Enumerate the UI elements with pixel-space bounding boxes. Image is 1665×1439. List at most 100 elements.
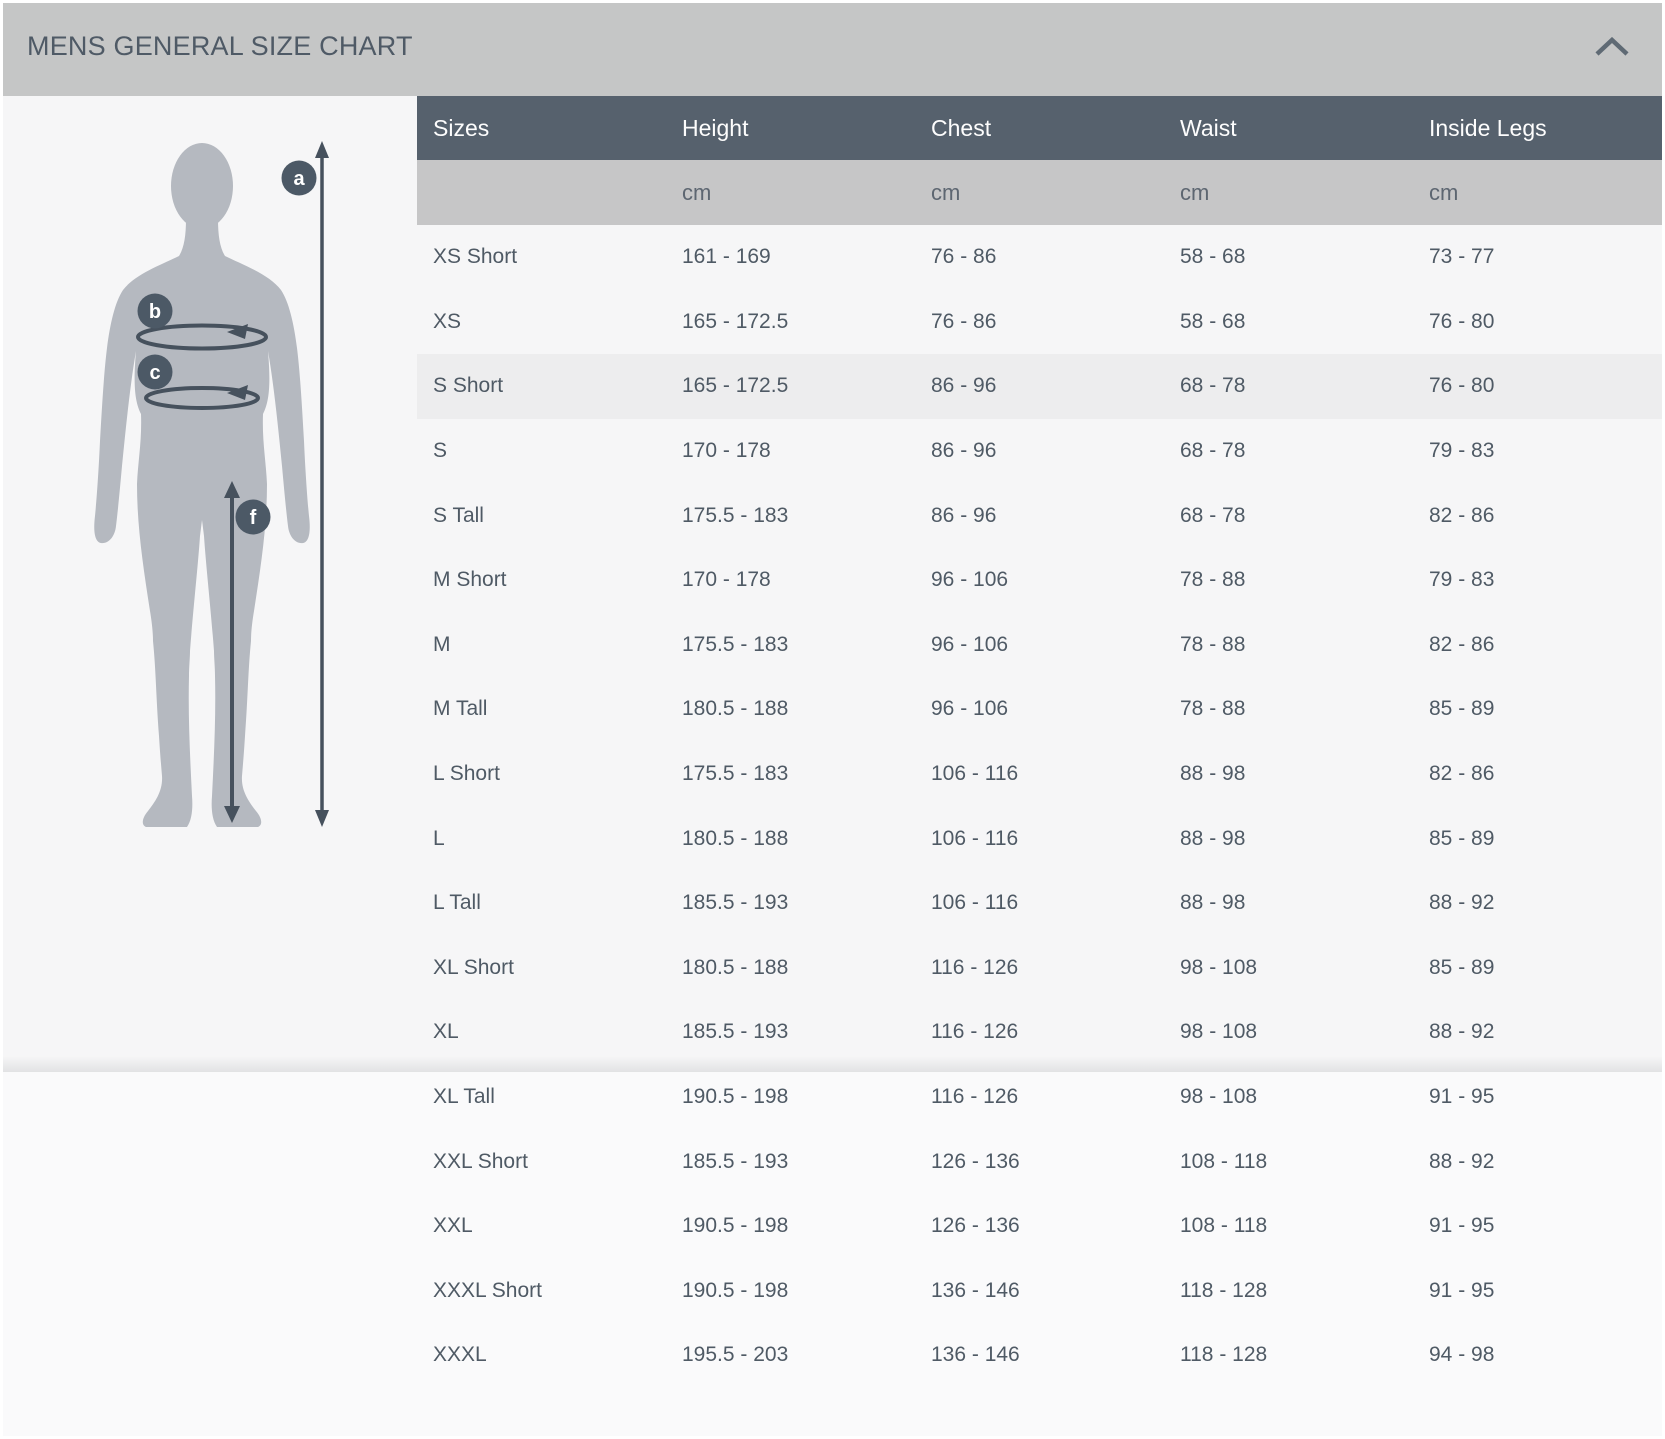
height-cell: 175.5 - 183 (666, 483, 915, 548)
table-row[interactable]: M175.5 - 18396 - 10678 - 8882 - 86 (417, 613, 1662, 678)
waist-cell: 118 - 128 (1164, 1259, 1413, 1324)
size-cell: XL Tall (417, 1065, 666, 1130)
inside-legs-cell: 85 - 89 (1413, 806, 1662, 871)
inside-legs-cell: 73 - 77 (1413, 225, 1662, 290)
table-row[interactable]: L Tall185.5 - 193106 - 11688 - 9888 - 92 (417, 871, 1662, 936)
size-cell: XXL Short (417, 1129, 666, 1194)
size-cell: M Tall (417, 677, 666, 742)
table-row[interactable]: XXL Short185.5 - 193126 - 136108 - 11888… (417, 1129, 1662, 1194)
unit-cell: cm (1164, 160, 1413, 225)
height-cell: 190.5 - 198 (666, 1065, 915, 1130)
chest-cell: 86 - 96 (915, 419, 1164, 484)
unit-cell: cm (666, 160, 915, 225)
height-arrow (315, 141, 329, 827)
size-table: Sizes Height Chest Waist Inside Legs cm … (417, 96, 1662, 1388)
size-cell: L (417, 806, 666, 871)
waist-cell: 78 - 88 (1164, 613, 1413, 678)
height-cell: 180.5 - 188 (666, 677, 915, 742)
waist-cell: 88 - 98 (1164, 871, 1413, 936)
inside-legs-cell: 85 - 89 (1413, 677, 1662, 742)
waist-cell: 68 - 78 (1164, 419, 1413, 484)
chest-cell: 86 - 96 (915, 354, 1164, 419)
table-row[interactable]: L180.5 - 188106 - 11688 - 9885 - 89 (417, 806, 1662, 871)
inside-legs-cell: 91 - 95 (1413, 1065, 1662, 1130)
svg-text:a: a (293, 168, 305, 190)
inside-legs-cell: 76 - 80 (1413, 354, 1662, 419)
table-row[interactable]: XL185.5 - 193116 - 12698 - 10888 - 92 (417, 1000, 1662, 1065)
size-chart-widget: MENS GENERAL SIZE CHART (3, 3, 1662, 1436)
table-row[interactable]: XS165 - 172.576 - 8658 - 6876 - 80 (417, 290, 1662, 355)
waist-cell: 88 - 98 (1164, 742, 1413, 807)
page-title: MENS GENERAL SIZE CHART (27, 31, 413, 62)
table-row[interactable]: S Tall175.5 - 18386 - 9668 - 7882 - 86 (417, 483, 1662, 548)
units-row: cm cm cm cm (417, 160, 1662, 225)
size-cell: XXXL Short (417, 1259, 666, 1324)
waist-cell: 78 - 88 (1164, 548, 1413, 613)
column-header-height: Height (666, 96, 915, 160)
inside-legs-cell: 88 - 92 (1413, 1000, 1662, 1065)
table-row[interactable]: M Tall180.5 - 18896 - 10678 - 8885 - 89 (417, 677, 1662, 742)
table-row[interactable]: L Short175.5 - 183106 - 11688 - 9882 - 8… (417, 742, 1662, 807)
svg-text:b: b (149, 301, 161, 323)
chest-cell: 116 - 126 (915, 1065, 1164, 1130)
unit-cell: cm (1413, 160, 1662, 225)
height-cell: 175.5 - 183 (666, 742, 915, 807)
waist-cell: 108 - 118 (1164, 1194, 1413, 1259)
table-row[interactable]: S170 - 17886 - 9668 - 7879 - 83 (417, 419, 1662, 484)
table-row[interactable]: XXXL195.5 - 203136 - 146118 - 12894 - 98 (417, 1323, 1662, 1388)
measurement-figure: a b c f (3, 96, 417, 1072)
waist-cell: 98 - 108 (1164, 1000, 1413, 1065)
size-cell: M (417, 613, 666, 678)
height-cell: 170 - 178 (666, 548, 915, 613)
chest-cell: 126 - 136 (915, 1129, 1164, 1194)
height-cell: 195.5 - 203 (666, 1323, 915, 1388)
inside-legs-cell: 79 - 83 (1413, 548, 1662, 613)
size-cell: S Tall (417, 483, 666, 548)
annotation-f: f (236, 500, 271, 535)
unit-cell (417, 160, 666, 225)
table-row[interactable]: M Short170 - 17896 - 10678 - 8879 - 83 (417, 548, 1662, 613)
waist-cell: 98 - 108 (1164, 936, 1413, 1001)
svg-text:f: f (250, 507, 257, 529)
height-cell: 170 - 178 (666, 419, 915, 484)
table-row[interactable]: XXL190.5 - 198126 - 136108 - 11891 - 95 (417, 1194, 1662, 1259)
inside-legs-cell: 91 - 95 (1413, 1194, 1662, 1259)
svg-text:c: c (149, 362, 160, 384)
table-row[interactable]: XL Tall190.5 - 198116 - 12698 - 10891 - … (417, 1065, 1662, 1130)
chest-cell: 86 - 96 (915, 483, 1164, 548)
chest-cell: 96 - 106 (915, 548, 1164, 613)
inside-legs-cell: 82 - 86 (1413, 742, 1662, 807)
size-cell: XL Short (417, 936, 666, 1001)
waist-cell: 58 - 68 (1164, 290, 1413, 355)
waist-cell: 68 - 78 (1164, 483, 1413, 548)
waist-cell: 78 - 88 (1164, 677, 1413, 742)
waist-cell: 118 - 128 (1164, 1323, 1413, 1388)
chest-cell: 106 - 116 (915, 806, 1164, 871)
inside-legs-cell: 94 - 98 (1413, 1323, 1662, 1388)
body-silhouette-graphic: a b c f (3, 96, 417, 1072)
height-cell: 190.5 - 198 (666, 1194, 915, 1259)
annotation-c: c (138, 355, 173, 390)
table-row[interactable]: S Short165 - 172.586 - 9668 - 7876 - 80 (417, 354, 1662, 419)
chest-cell: 106 - 116 (915, 871, 1164, 936)
collapse-button[interactable] (1594, 37, 1630, 57)
chest-cell: 76 - 86 (915, 290, 1164, 355)
table-row[interactable]: XS Short161 - 16976 - 8658 - 6873 - 77 (417, 225, 1662, 290)
height-cell: 190.5 - 198 (666, 1259, 915, 1324)
table-row[interactable]: XXXL Short190.5 - 198136 - 146118 - 1289… (417, 1259, 1662, 1324)
inside-legs-cell: 79 - 83 (1413, 419, 1662, 484)
table-row[interactable]: XL Short180.5 - 188116 - 12698 - 10885 -… (417, 936, 1662, 1001)
waist-cell: 108 - 118 (1164, 1129, 1413, 1194)
column-header-inside-legs: Inside Legs (1413, 96, 1662, 160)
inside-legs-cell: 82 - 86 (1413, 613, 1662, 678)
chest-cell: 116 - 126 (915, 1000, 1164, 1065)
size-cell: L Tall (417, 871, 666, 936)
size-cell: XS Short (417, 225, 666, 290)
height-cell: 180.5 - 188 (666, 806, 915, 871)
size-cell: S (417, 419, 666, 484)
size-chart-header[interactable]: MENS GENERAL SIZE CHART (3, 3, 1662, 96)
size-cell: XS (417, 290, 666, 355)
size-cell: XXXL (417, 1323, 666, 1388)
height-cell: 185.5 - 193 (666, 1000, 915, 1065)
waist-cell: 88 - 98 (1164, 806, 1413, 871)
